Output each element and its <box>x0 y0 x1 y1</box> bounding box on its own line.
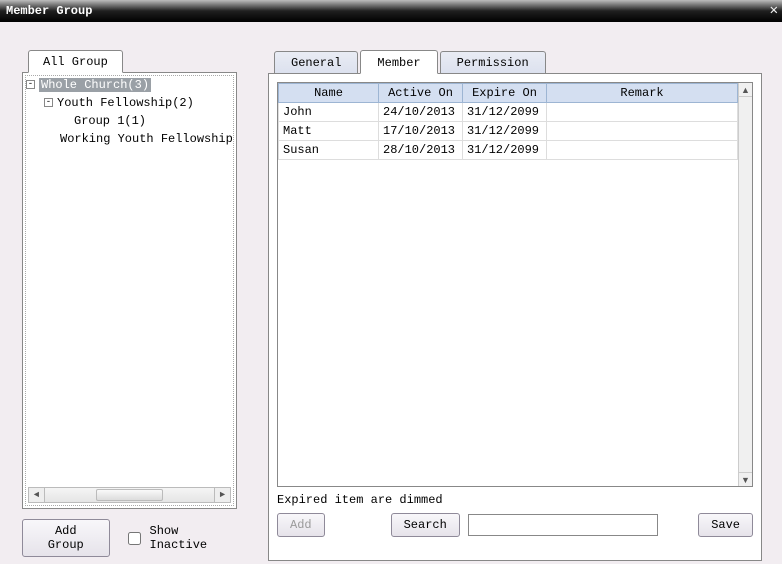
tab-content: Name Active On Expire On Remark John 24/… <box>268 73 762 561</box>
add-button-label: Add <box>290 518 312 532</box>
tree-root[interactable]: -Whole Church(3) <box>26 76 233 94</box>
collapse-icon[interactable]: - <box>26 80 35 89</box>
tab-member-label: Member <box>377 56 420 70</box>
save-button-label: Save <box>711 518 740 532</box>
cell-expire: 31/12/2099 <box>463 122 547 141</box>
show-inactive-input[interactable] <box>128 532 141 545</box>
hint-text: Expired item are dimmed <box>277 493 753 507</box>
tab-member[interactable]: Member <box>360 50 437 74</box>
col-header-name[interactable]: Name <box>279 84 379 103</box>
vertical-scrollbar[interactable]: ▲ ▼ <box>738 83 752 486</box>
left-panel: All Group -Whole Church(3) -Youth Fellow… <box>22 50 237 560</box>
search-button-label: Search <box>404 518 447 532</box>
show-inactive-checkbox[interactable]: Show Inactive <box>124 524 238 552</box>
horizontal-scrollbar[interactable]: ◄ ► <box>28 487 231 503</box>
titlebar: Member Group ✕ <box>0 0 782 22</box>
add-button[interactable]: Add <box>277 513 325 537</box>
show-inactive-label: Show Inactive <box>150 524 238 552</box>
tree-item[interactable]: Working Youth Fellowship <box>26 130 233 148</box>
scroll-right-icon[interactable]: ► <box>214 488 230 502</box>
tab-general-label: General <box>291 56 341 70</box>
cell-active: 24/10/2013 <box>379 103 463 122</box>
bottom-toolbar: Add Search Save <box>277 513 753 537</box>
cell-remark <box>547 141 738 160</box>
col-header-expire[interactable]: Expire On <box>463 84 547 103</box>
left-bottom-bar: Add Group Show Inactive <box>22 519 237 557</box>
tree-item-label: Working Youth Fellowship <box>60 132 233 146</box>
member-group-window: Member Group ✕ All Group -Whole Church(3… <box>0 0 782 564</box>
col-header-active[interactable]: Active On <box>379 84 463 103</box>
table-row[interactable]: John 24/10/2013 31/12/2099 <box>279 103 738 122</box>
tab-permission[interactable]: Permission <box>440 51 546 75</box>
member-table-wrap: Name Active On Expire On Remark John 24/… <box>277 82 753 487</box>
cell-expire: 31/12/2099 <box>463 141 547 160</box>
tab-all-group[interactable]: All Group <box>28 50 123 73</box>
tree-item-label: Youth Fellowship(2) <box>57 96 194 110</box>
window-title: Member Group <box>6 4 92 18</box>
add-group-label: Add Group <box>48 524 84 552</box>
cell-name: John <box>279 103 379 122</box>
table-row[interactable]: Susan 28/10/2013 31/12/2099 <box>279 141 738 160</box>
cell-expire: 31/12/2099 <box>463 103 547 122</box>
member-table[interactable]: Name Active On Expire On Remark John 24/… <box>278 83 738 160</box>
tree-box: -Whole Church(3) -Youth Fellowship(2) Gr… <box>22 72 237 509</box>
search-button[interactable]: Search <box>391 513 460 537</box>
cell-active: 28/10/2013 <box>379 141 463 160</box>
cell-name: Matt <box>279 122 379 141</box>
search-input[interactable] <box>468 514 658 536</box>
cell-active: 17/10/2013 <box>379 122 463 141</box>
cell-remark <box>547 103 738 122</box>
right-panel: General Member Permission Name Active On <box>268 50 762 560</box>
tree-root-label: Whole Church(3) <box>39 78 151 92</box>
save-button[interactable]: Save <box>698 513 753 537</box>
tab-general[interactable]: General <box>274 51 358 75</box>
scroll-left-icon[interactable]: ◄ <box>29 488 45 502</box>
collapse-icon[interactable]: - <box>44 98 53 107</box>
tabs: General Member Permission <box>274 50 762 74</box>
scroll-track[interactable] <box>45 488 214 502</box>
tab-permission-label: Permission <box>457 56 529 70</box>
add-group-button[interactable]: Add Group <box>22 519 110 557</box>
table-row[interactable]: Matt 17/10/2013 31/12/2099 <box>279 122 738 141</box>
col-header-remark[interactable]: Remark <box>547 84 738 103</box>
tree[interactable]: -Whole Church(3) -Youth Fellowship(2) Gr… <box>25 75 234 506</box>
tree-item[interactable]: Group 1(1) <box>26 112 233 130</box>
scroll-down-icon[interactable]: ▼ <box>739 472 752 486</box>
scroll-up-icon[interactable]: ▲ <box>739 83 752 97</box>
scroll-thumb[interactable] <box>96 489 164 501</box>
close-icon[interactable]: ✕ <box>770 0 778 22</box>
tree-item-label: Group 1(1) <box>74 114 146 128</box>
table-header-row: Name Active On Expire On Remark <box>279 84 738 103</box>
cell-name: Susan <box>279 141 379 160</box>
body-area: All Group -Whole Church(3) -Youth Fellow… <box>0 22 782 564</box>
cell-remark <box>547 122 738 141</box>
tree-item[interactable]: -Youth Fellowship(2) <box>26 94 233 112</box>
tab-all-group-label: All Group <box>43 55 108 69</box>
